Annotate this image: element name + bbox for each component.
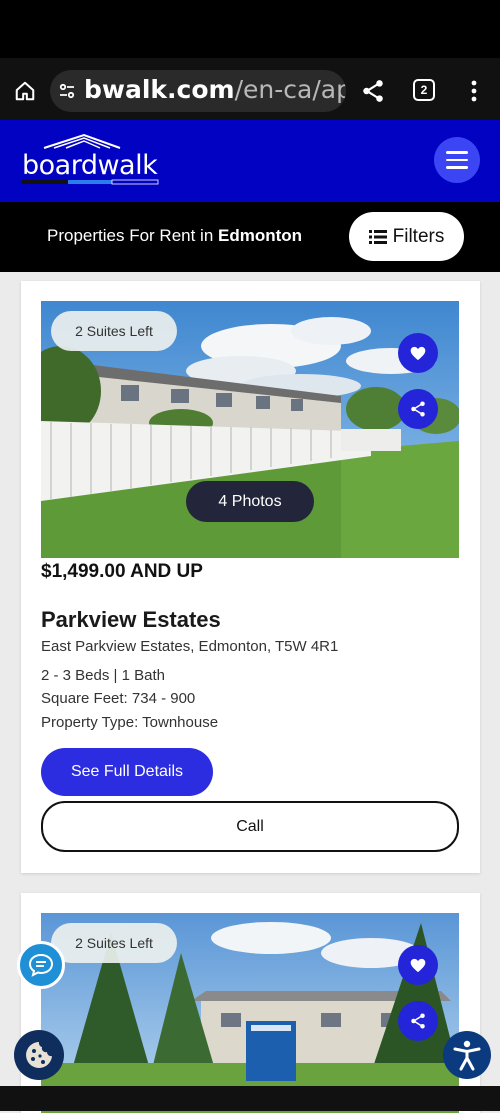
share-icon[interactable]	[360, 78, 386, 104]
property-photo[interactable]: 2 Suites Left 4 Photos	[41, 301, 459, 558]
page-title: Properties For Rent in Edmonton	[47, 226, 302, 246]
accessibility-button[interactable]	[443, 1031, 491, 1079]
url-path: /en-ca/ap	[234, 75, 346, 104]
chat-button[interactable]	[17, 941, 65, 989]
share-listing-button[interactable]	[398, 389, 438, 429]
status-bar	[0, 0, 500, 58]
tab-count: 2	[420, 83, 428, 97]
see-full-details-button[interactable]: See Full Details	[41, 748, 213, 796]
chat-icon	[28, 953, 54, 977]
title-prefix: Properties For Rent in	[47, 226, 219, 245]
accessibility-icon	[453, 1040, 481, 1071]
share-icon	[411, 401, 425, 417]
tabs-icon[interactable]: 2	[413, 79, 435, 101]
heart-icon	[410, 958, 426, 972]
filters-button[interactable]: Filters	[349, 212, 464, 261]
property-name[interactable]: Parkview Estates	[41, 607, 221, 633]
address-bar[interactable]: bwalk.com/en-ca/ap	[50, 70, 346, 112]
property-address: East Parkview Estates, Edmonton, T5W 4R1	[41, 638, 339, 655]
listing-card: 2 Suites Left 4 Photos $1,499.00 AND UP …	[21, 281, 480, 873]
url-text: bwalk.com/en-ca/ap	[84, 75, 346, 104]
system-nav-bar	[0, 1086, 500, 1111]
square-feet: Square Feet: 734 - 900	[41, 690, 196, 707]
call-button[interactable]: Call	[41, 801, 459, 852]
city-name: Edmonton	[218, 226, 303, 245]
site-info-icon[interactable]	[58, 82, 76, 105]
property-photo[interactable]: 2 Suites Left	[41, 913, 459, 1113]
listing-card: 2 Suites Left	[21, 893, 480, 1113]
suites-left-badge: 2 Suites Left	[51, 923, 177, 963]
boardwalk-logo[interactable]: boardwalk	[22, 133, 162, 187]
url-host: bwalk.com	[84, 75, 235, 104]
favorite-button[interactable]	[398, 333, 438, 373]
share-listing-button[interactable]	[398, 1001, 438, 1041]
heart-icon	[410, 346, 426, 360]
filters-label: Filters	[392, 225, 445, 247]
property-type: Property Type: Townhouse	[41, 714, 219, 731]
more-vert-icon[interactable]	[466, 78, 482, 104]
listing-price: $1,499.00 AND UP	[41, 561, 203, 582]
list-icon	[368, 229, 387, 244]
logo-text: boardwalk	[22, 150, 158, 181]
favorite-button[interactable]	[398, 945, 438, 985]
suites-left-badge: 2 Suites Left	[51, 311, 177, 351]
cookie-settings-button[interactable]	[14, 1030, 64, 1080]
cookie-icon	[26, 1042, 52, 1068]
beds-baths: 2 - 3 Beds | 1 Bath	[41, 667, 165, 684]
menu-icon[interactable]	[434, 137, 480, 183]
photos-button[interactable]: 4 Photos	[186, 481, 314, 522]
share-icon	[411, 1013, 425, 1029]
home-icon[interactable]	[10, 77, 40, 105]
